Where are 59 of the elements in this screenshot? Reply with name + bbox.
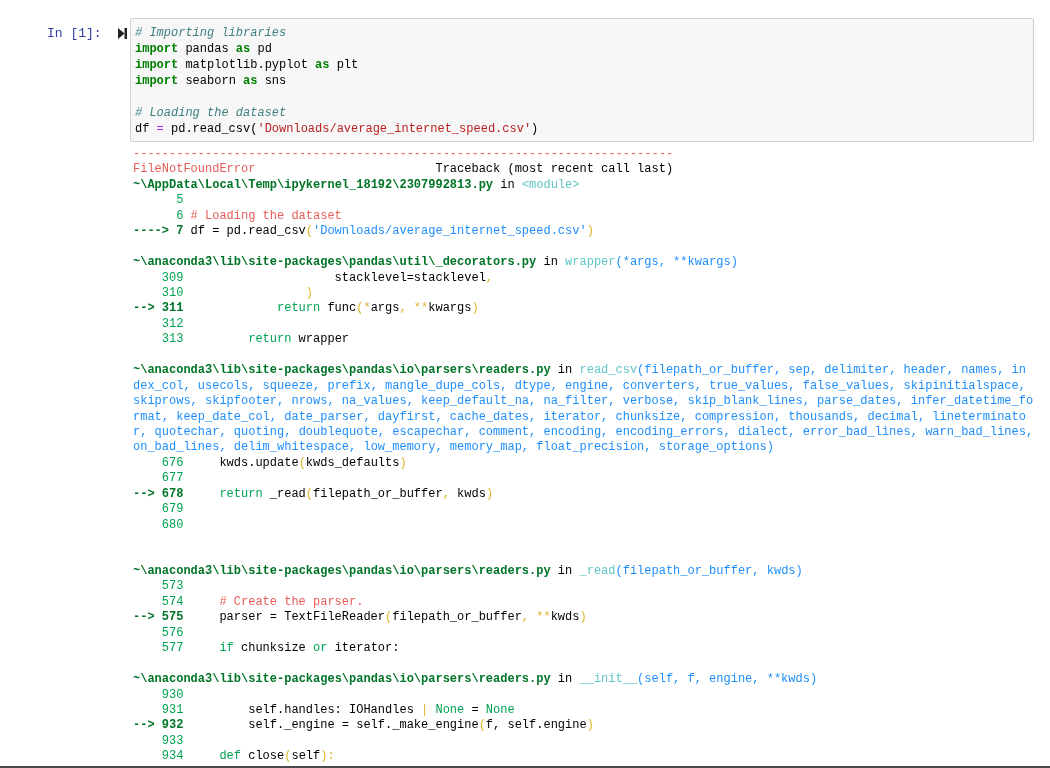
traceback-rule: --------------------------------------------------------------------------- [133, 147, 675, 163]
line-number: 677 [161, 471, 184, 487]
traceback-frame-header: ~\anaconda3\lib\site-packages\pandas\io\parsers\readers.py in read_csv(filepath_or_buffer, sep, delimiter, header, names, index_col, usecols, squeeze, prefix, mangle_dupe_cols, dtype, engine, converters, true_values, false_values, skipinitialspace, skiprows, skipfooter, nrows, na_values, keep_default_na, na_filter, verbose, skip_blank_lines, parse_dates, infer_datetime_format, keep_date_col, date_parser, dayfirst, cache_dates, iterator, chunksize, compression, thousands, decimal, lineterminator, quotechar, quoting, doublequote, escapechar, comment, encoding, encoding_errors, dialect, error_bad_lines, warn_bad_lines, on_bad_lines, delim_whitespace, low_memory, memory_map, float_precision, storage_options) [133, 363, 1034, 456]
current-line-arrow: --> [133, 301, 155, 317]
run-icon[interactable] [117, 28, 127, 39]
line-number: 5 [176, 193, 184, 209]
current-line-arrow: --> [133, 718, 155, 734]
traceback-frame-header: ~\anaconda3\lib\site-packages\pandas\util\_decorators.py in wrapper(*args, **kwargs) [133, 255, 739, 271]
traceback-frame-header: ~\anaconda3\lib\site-packages\pandas\io\parsers\readers.py in __init__(self, f, engine, **kwds) [133, 672, 819, 688]
current-line-arrow: --> [133, 486, 155, 503]
code-line: ) [304, 286, 313, 302]
current-line-arrow: --> [133, 610, 155, 626]
code-line: parser = TextFileReader(filepath_or_buffer, **kwds) [218, 610, 587, 626]
cell-prompt: In [1]: [47, 26, 102, 42]
line-number: 313 [161, 332, 184, 348]
code-line: def close(self): [218, 749, 335, 765]
current-line-arrow: ----> [133, 224, 169, 240]
code-line: return wrapper [247, 332, 350, 348]
line-number: 678 [161, 486, 184, 503]
line-number: 931 [161, 702, 184, 719]
line-number: 933 [161, 733, 184, 750]
line-number: 680 [161, 517, 184, 534]
code-line: return func(*args, **kwargs) [276, 301, 479, 317]
line-number: 676 [161, 455, 184, 472]
line-number: 930 [161, 687, 184, 703]
code-line: # Create the parser. [218, 594, 364, 611]
line-number: 7 [176, 224, 184, 240]
code-cell-input[interactable]: # Importing libraries import pandas as pd import matplotlib.pyplot as plt import seaborn as sns # Loading the dataset df = pd.read_csv('Downloads/average_internet_speed.csv') [130, 18, 1034, 142]
code-line: df = pd.read_csv('Downloads/average_internet_speed.csv') [135, 121, 540, 137]
code-line: self._engine = self._make_engine(f, self.engine) [247, 718, 594, 734]
line-number: 679 [161, 502, 184, 518]
code-line: import seaborn as sns [135, 73, 288, 89]
line-number: 574 [161, 594, 184, 611]
code-line: # Loading the dataset [190, 208, 342, 225]
code-line: import pandas as pd [135, 41, 273, 57]
line-number: 309 [161, 270, 184, 286]
line-number: 932 [161, 718, 184, 734]
error-name: FileNotFoundError [133, 162, 257, 178]
code-line: import matplotlib.pyplot as plt [135, 57, 360, 73]
line-number: 575 [161, 610, 184, 626]
traceback-frame-header: ~\AppData\Local\Temp\ipykernel_18192\2307992813.py in <module> [133, 177, 581, 194]
line-number: 934 [161, 749, 184, 765]
line-number: 312 [161, 316, 184, 333]
code-line: if chunksize or iterator: [218, 641, 400, 657]
code-line: # Loading the dataset [135, 105, 288, 121]
line-number: 577 [161, 641, 184, 657]
traceback-label: Traceback (most recent call last) [435, 162, 674, 178]
code-line: kwds.update(kwds_defaults) [218, 455, 407, 472]
code-line: return _read(filepath_or_buffer, kwds) [218, 486, 494, 503]
code-line: df = pd.read_csv('Downloads/average_internet_speed.csv') [190, 224, 594, 240]
line-number: 311 [161, 301, 184, 317]
traceback-frame-header: ~\anaconda3\lib\site-packages\pandas\io\parsers\readers.py in _read(filepath_or_buffer, kwds) [133, 563, 804, 580]
line-number: 576 [161, 625, 184, 642]
code-line: # Importing libraries [135, 25, 288, 41]
line-number: 310 [161, 286, 184, 302]
line-number: 6 [176, 208, 184, 225]
line-number: 573 [161, 579, 184, 595]
code-line: stacklevel=stacklevel, [333, 270, 494, 286]
code-line: self.handles: IOHandles | None = None [247, 702, 515, 719]
